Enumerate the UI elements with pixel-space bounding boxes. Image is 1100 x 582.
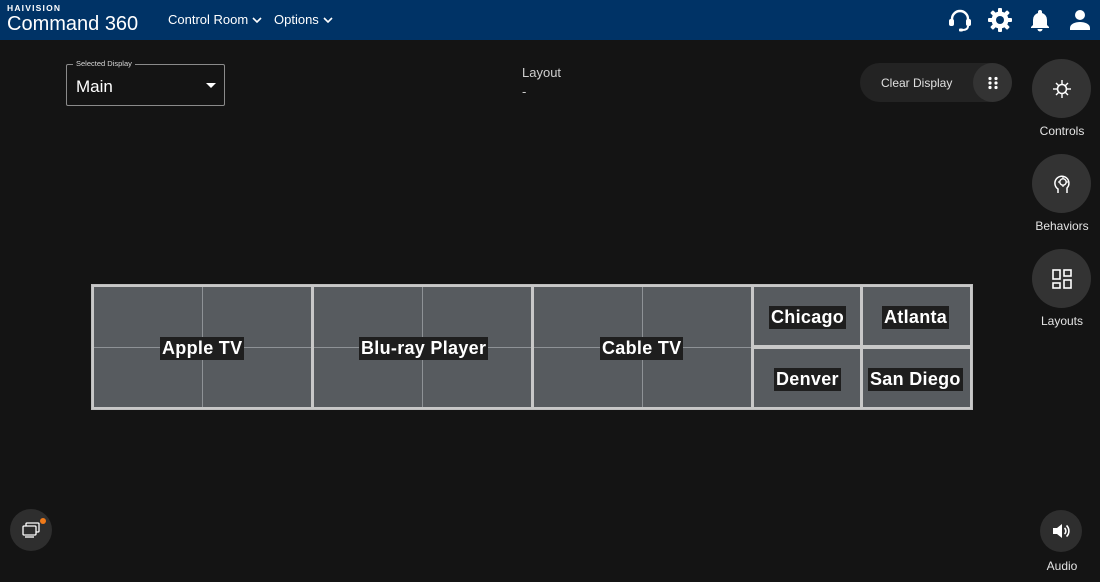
notification-dot xyxy=(40,518,46,524)
tile-label: Chicago xyxy=(769,306,847,329)
controls-button[interactable] xyxy=(1032,59,1091,118)
tile-label: San Diego xyxy=(868,368,963,391)
selected-display-legend: Selected Display xyxy=(73,59,135,68)
nav-control-room[interactable]: Control Room xyxy=(168,12,262,27)
wall-tile-bluray-player[interactable]: Blu-ray Player xyxy=(314,287,531,407)
user-account-icon xyxy=(1070,10,1090,30)
sources-panel-button[interactable] xyxy=(10,509,52,551)
tile-label: Blu-ray Player xyxy=(359,337,489,360)
brand-company: HAIVISION xyxy=(7,3,62,13)
speaker-volume-icon xyxy=(1053,524,1070,538)
sources-stack-icon xyxy=(22,522,40,538)
nav-control-room-label: Control Room xyxy=(168,12,249,27)
nav-options[interactable]: Options xyxy=(274,12,333,27)
wall-tile-chicago[interactable]: Chicago xyxy=(754,287,860,345)
behaviors-icon xyxy=(1053,174,1070,193)
support-headset-icon xyxy=(949,9,971,32)
layouts-label: Layouts xyxy=(1040,314,1084,328)
layouts-button[interactable] xyxy=(1032,249,1091,308)
behaviors-button[interactable] xyxy=(1032,154,1091,213)
notifications-button[interactable] xyxy=(1020,0,1060,40)
tile-label: Cable TV xyxy=(600,337,684,360)
audio-button[interactable] xyxy=(1040,510,1082,552)
brand-product: Command 360 xyxy=(7,12,139,35)
wall-tile-atlanta[interactable]: Atlanta xyxy=(863,287,970,345)
behaviors-label: Behaviors xyxy=(1035,219,1089,233)
layout-value: - xyxy=(522,84,527,99)
tile-label: Denver xyxy=(774,368,841,391)
user-button[interactable] xyxy=(1060,0,1100,40)
controls-icon xyxy=(1052,79,1071,98)
brand-logo[interactable]: HAIVISION Command 360 xyxy=(7,4,138,34)
drag-dots-icon xyxy=(987,76,998,89)
tile-label: Apple TV xyxy=(160,337,245,360)
layouts-grid-icon xyxy=(1051,268,1072,289)
settings-button[interactable] xyxy=(980,0,1020,40)
clear-display-button[interactable]: Clear Display xyxy=(881,76,952,90)
chevron-down-icon xyxy=(252,16,262,23)
wall-tile-apple-tv[interactable]: Apple TV xyxy=(94,287,311,407)
wall-tile-san-diego[interactable]: San Diego xyxy=(863,349,970,407)
wall-tile-denver[interactable]: Denver xyxy=(754,349,860,407)
chevron-down-icon xyxy=(323,16,333,23)
controls-label: Controls xyxy=(1039,124,1085,138)
caret-down-icon xyxy=(206,83,216,88)
tile-label: Atlanta xyxy=(882,306,950,329)
support-button[interactable] xyxy=(940,0,980,40)
selected-display-select[interactable]: Selected Display Main xyxy=(66,59,225,106)
wall-tile-cable-tv[interactable]: Cable TV xyxy=(534,287,751,407)
selected-display-value: Main xyxy=(76,77,113,96)
notifications-bell-icon xyxy=(1031,10,1049,32)
more-menu-button[interactable] xyxy=(973,63,1012,102)
layout-label: Layout xyxy=(522,65,562,80)
audio-label: Audio xyxy=(1046,559,1078,573)
settings-gear-icon xyxy=(988,8,1012,32)
video-wall: Apple TV Blu-ray Player Cable TV Chicago… xyxy=(91,284,973,410)
clear-display-group: Clear Display xyxy=(860,63,1012,102)
top-bar: HAIVISION Command 360 Control Room Optio… xyxy=(0,0,1100,40)
nav-options-label: Options xyxy=(274,12,319,27)
